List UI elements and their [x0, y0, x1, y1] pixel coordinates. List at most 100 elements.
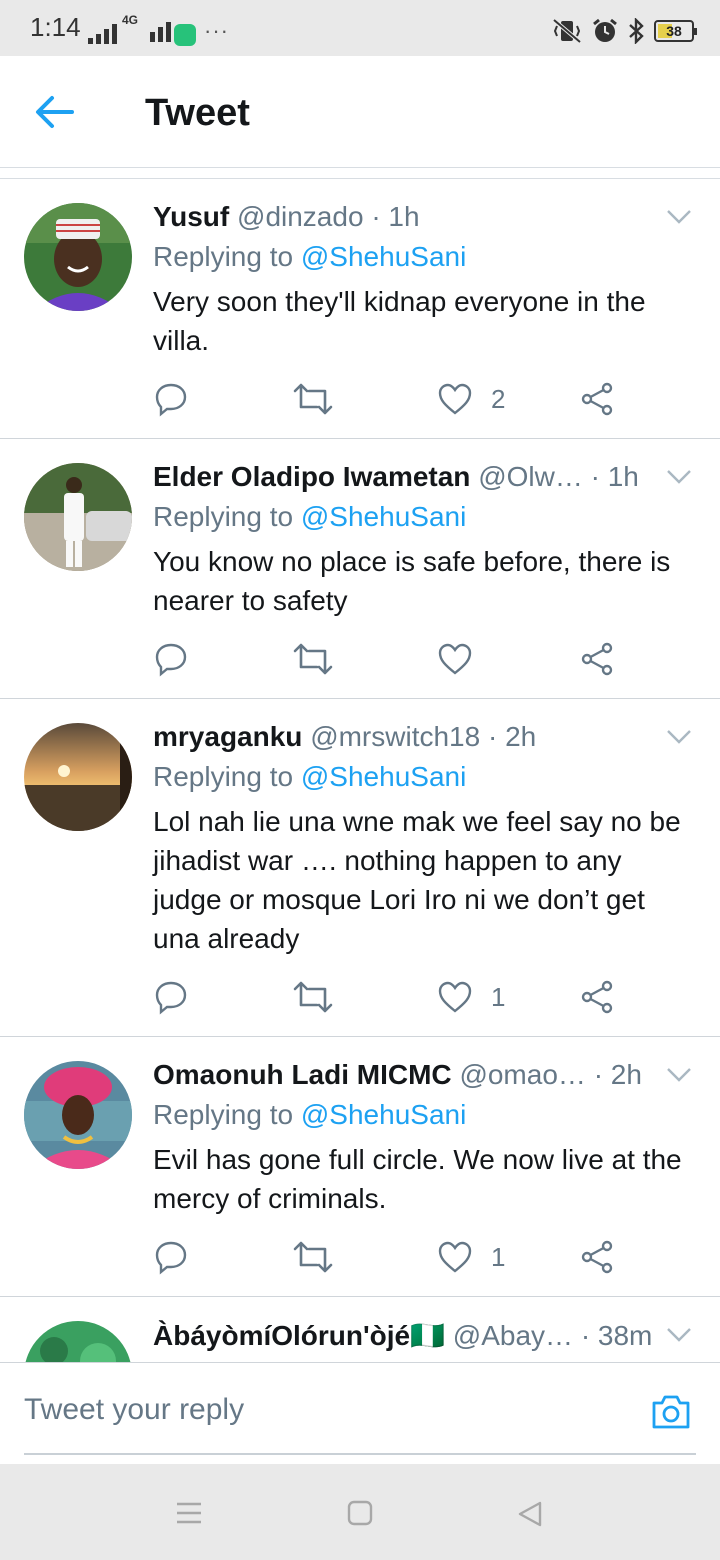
status-icons-right: 38 [552, 18, 697, 44]
reply-icon [155, 1241, 187, 1275]
like-count: 1 [491, 1241, 506, 1272]
replying-label: Replying to [153, 761, 294, 792]
tweet-item[interactable]: ÀbáyòmíOlórun'òjé🇳🇬 @Abay… · 38m [0, 1297, 720, 1362]
avatar[interactable] [24, 1321, 132, 1362]
tweet-text: Evil has gone full circle. We now live a… [153, 1144, 682, 1214]
tweet-header: Yusuf @dinzado · 1h [153, 201, 640, 233]
share-button[interactable] [579, 639, 615, 679]
chevron-down-icon[interactable] [666, 469, 692, 485]
heart-icon [438, 1241, 472, 1273]
avatar[interactable] [24, 203, 132, 311]
reply-button[interactable] [153, 379, 189, 419]
tweet-item[interactable]: mryaganku @mrswitch18 · 2h Replying to @… [0, 699, 720, 1037]
status-time: 1:14 [30, 12, 81, 42]
share-icon [581, 1240, 613, 1274]
tweet-text: Very soon they'll kidnap everyone in the… [153, 286, 646, 356]
reply-input[interactable]: Tweet your reply [24, 1393, 244, 1427]
like-count: 1 [491, 981, 506, 1012]
replying-label: Replying to [153, 501, 294, 532]
username[interactable]: @mrswitch18 [310, 721, 480, 752]
timestamp: · 1h [371, 201, 420, 232]
tweet-header: Omaonuh Ladi MICMC @omao… · 2h [153, 1059, 642, 1091]
tweet-item[interactable]: Omaonuh Ladi MICMC @omao… · 2h Replying … [0, 1037, 720, 1297]
replies-list: Yusuf @dinzado · 1h Replying to @ShehuSa… [0, 178, 720, 1362]
display-name[interactable]: mryaganku [153, 721, 302, 752]
retweet-icon [293, 383, 333, 415]
share-button[interactable] [579, 1237, 615, 1277]
page-title: Tweet [145, 92, 250, 134]
chevron-down-icon[interactable] [666, 209, 692, 225]
display-name[interactable]: Elder Oladipo Iwametan [153, 461, 470, 492]
back-triangle-icon[interactable] [516, 1500, 544, 1528]
tweet-header: Elder Oladipo Iwametan @Olw… · 1h [153, 461, 640, 493]
more-notifications-icon: ··· [204, 18, 229, 43]
username[interactable]: @omao… [459, 1059, 585, 1090]
retweet-button[interactable] [293, 379, 333, 419]
timestamp: · 2h [593, 1059, 642, 1090]
share-button[interactable] [579, 379, 615, 419]
app-notification-icon [174, 24, 196, 46]
username[interactable]: @Olw… [478, 461, 583, 492]
replying-label: Replying to [153, 241, 294, 272]
avatar[interactable] [24, 463, 132, 571]
like-button[interactable] [437, 639, 491, 679]
timestamp: · 38m [580, 1320, 653, 1351]
like-button[interactable]: 1 [437, 977, 505, 1017]
retweet-button[interactable] [293, 977, 333, 1017]
display-name[interactable]: Yusuf [153, 201, 229, 232]
bluetooth-icon [629, 18, 644, 44]
share-button[interactable] [579, 977, 615, 1017]
network-indicator: 4G [122, 14, 171, 42]
top-app-bar: Tweet [0, 56, 720, 168]
like-button[interactable]: 2 [437, 379, 505, 419]
like-count: 2 [491, 383, 506, 414]
tweet-header: ÀbáyòmíOlórun'òjé🇳🇬 @Abay… · 38m [153, 1319, 652, 1352]
share-icon [581, 382, 613, 416]
display-name[interactable]: Omaonuh Ladi MICMC [153, 1059, 452, 1090]
replying-label: Replying to [153, 1099, 294, 1130]
retweet-icon [293, 643, 333, 675]
mention-link[interactable]: @ShehuSani [301, 761, 466, 792]
reply-icon [155, 981, 187, 1015]
tweet-header: mryaganku @mrswitch18 · 2h [153, 721, 640, 753]
username[interactable]: @Abay… [453, 1320, 573, 1351]
heart-icon [438, 981, 472, 1013]
share-icon [581, 980, 613, 1014]
avatar[interactable] [24, 1061, 132, 1169]
mention-link[interactable]: @ShehuSani [301, 1099, 466, 1130]
signal-icon [88, 24, 117, 44]
home-icon[interactable] [347, 1500, 373, 1526]
replying-to: Replying to @ShehuSani [153, 1099, 466, 1131]
reply-button[interactable] [153, 1237, 189, 1277]
vibrate-icon [552, 18, 582, 44]
tweet-actions [153, 639, 720, 679]
heart-icon [438, 643, 472, 675]
tweet-item[interactable]: Elder Oladipo Iwametan @Olw… · 1h Replyi… [0, 439, 720, 699]
retweet-button[interactable] [293, 1237, 333, 1277]
replying-to: Replying to @ShehuSani [153, 501, 466, 533]
tweet-item[interactable]: Yusuf @dinzado · 1h Replying to @ShehuSa… [0, 179, 720, 439]
status-bar: 1:14 4G ··· 38 [0, 0, 720, 56]
retweet-icon [293, 981, 333, 1013]
alarm-icon [593, 18, 617, 42]
camera-icon[interactable] [650, 1393, 692, 1431]
timestamp: · 1h [590, 461, 639, 492]
reply-button[interactable] [153, 977, 189, 1017]
mention-link[interactable]: @ShehuSani [301, 501, 466, 532]
retweet-button[interactable] [293, 639, 333, 679]
lte-signal-icon [150, 22, 171, 42]
chevron-down-icon[interactable] [666, 1067, 692, 1083]
tweet-actions: 1 [153, 1237, 720, 1277]
username[interactable]: @dinzado [237, 201, 364, 232]
tweet-actions: 1 [153, 977, 720, 1017]
back-arrow-icon[interactable] [32, 92, 80, 132]
display-name[interactable]: ÀbáyòmíOlórun'òjé🇳🇬 [153, 1320, 445, 1351]
chevron-down-icon[interactable] [666, 729, 692, 745]
menu-icon[interactable] [175, 1500, 203, 1526]
input-underline [24, 1453, 696, 1455]
avatar[interactable] [24, 723, 132, 831]
reply-button[interactable] [153, 639, 189, 679]
like-button[interactable]: 1 [437, 1237, 505, 1277]
mention-link[interactable]: @ShehuSani [301, 241, 466, 272]
chevron-down-icon[interactable] [666, 1327, 692, 1343]
